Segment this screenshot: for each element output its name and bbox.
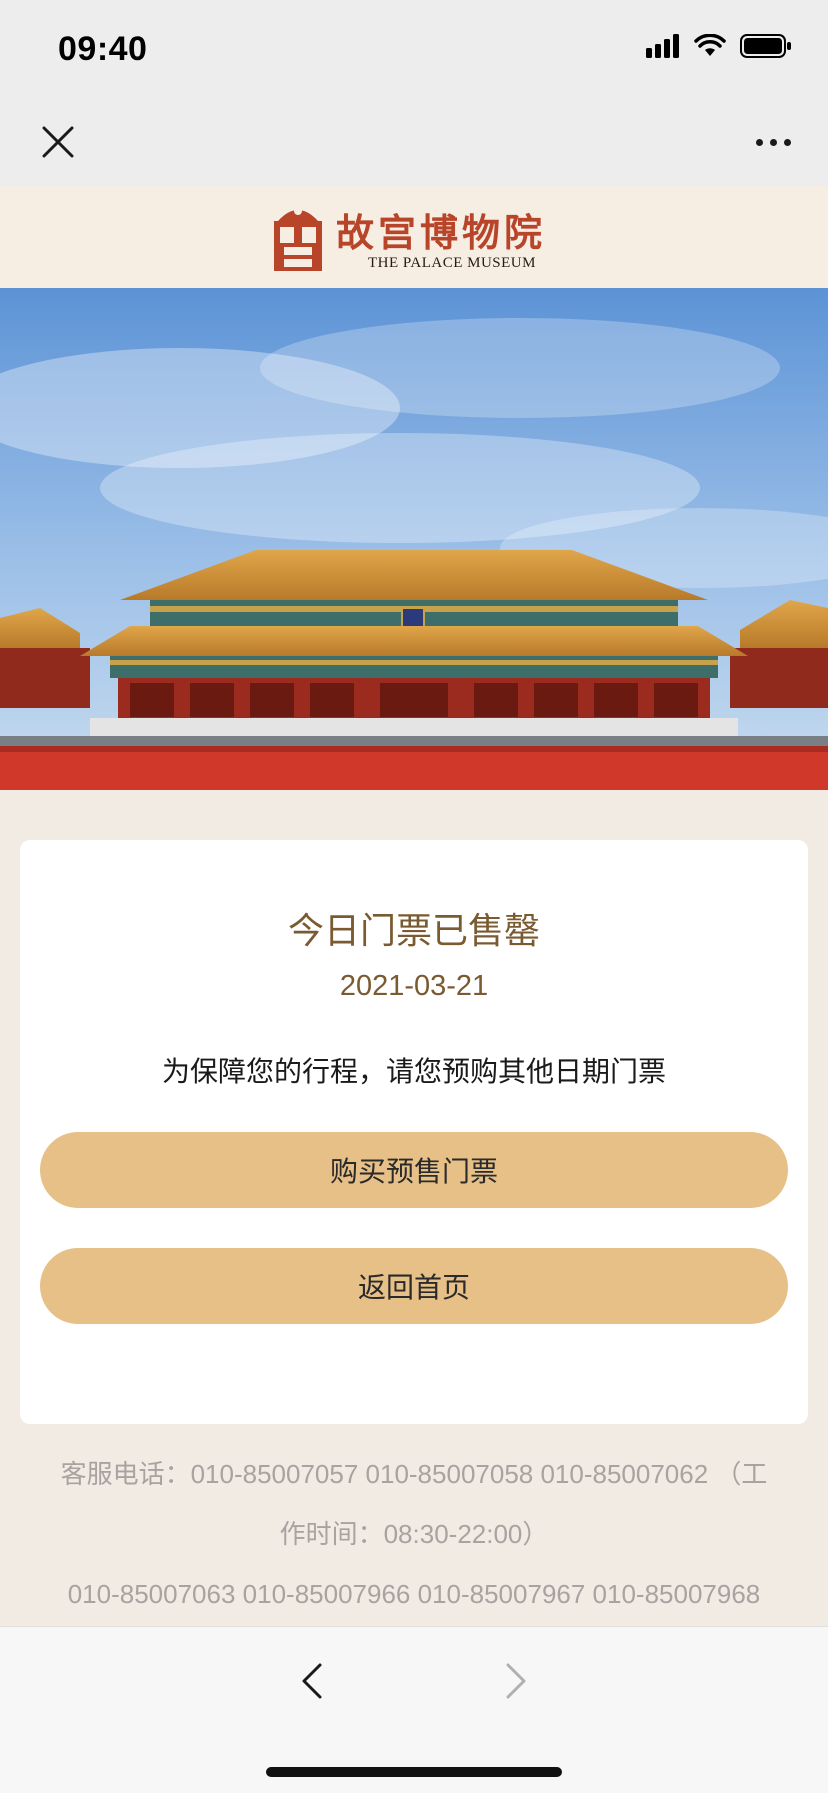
- contact-line: 客服电话：010-85007057 010-85007058 010-85007…: [60, 1459, 768, 1489]
- battery-icon: [740, 34, 791, 58]
- status-bar: 09:40: [0, 0, 828, 98]
- buy-presale-ticket-button[interactable]: 购买预售门票: [40, 1132, 788, 1208]
- status-time: 09:40: [58, 30, 148, 68]
- contact-line: 010-85007063 010-85007966 010-85007967 0…: [67, 1579, 761, 1609]
- nav-bar: [0, 98, 828, 186]
- ticket-date: 2021-03-21: [339, 970, 489, 1002]
- brand-header: 故宫博物院 THE PALACE MUSEUM: [0, 186, 828, 288]
- sold-out-title: 今日门票已售罄: [287, 911, 540, 952]
- signal-icon: [646, 34, 679, 58]
- hero-image: [0, 288, 828, 790]
- forward-button[interactable]: [500, 1659, 532, 1703]
- brand-name-en: THE PALACE MUSEUM: [368, 255, 536, 271]
- close-button[interactable]: [36, 120, 80, 164]
- brand-name-cn: 故宫博物院: [336, 210, 547, 255]
- chevron-left-icon: [302, 1663, 322, 1699]
- advice-message: 为保障您的行程，请您预购其他日期门票: [161, 1055, 666, 1088]
- more-icon-dot: [769, 138, 777, 146]
- system-icons: [646, 34, 792, 58]
- more-icon-dot: [783, 138, 791, 146]
- bottom-nav-bar: [0, 1626, 828, 1793]
- sold-out-card: 今日门票已售罄 2021-03-21 为保障您的行程，请您预购其他日期门票 购买…: [20, 840, 808, 1424]
- wifi-icon: [694, 34, 726, 56]
- customer-service-info: 客服电话：010-85007057 010-85007058 010-85007…: [0, 1444, 828, 1624]
- more-icon-dot: [755, 138, 763, 146]
- return-home-button[interactable]: 返回首页: [40, 1248, 788, 1324]
- palace-museum-logo-icon: [274, 207, 322, 271]
- chevron-right-icon: [506, 1663, 526, 1699]
- contact-line: 作时间：08:30-22:00）: [279, 1519, 549, 1549]
- home-indicator: [266, 1767, 562, 1777]
- back-button[interactable]: [296, 1659, 328, 1703]
- close-icon: [42, 126, 74, 158]
- more-button[interactable]: [748, 120, 798, 164]
